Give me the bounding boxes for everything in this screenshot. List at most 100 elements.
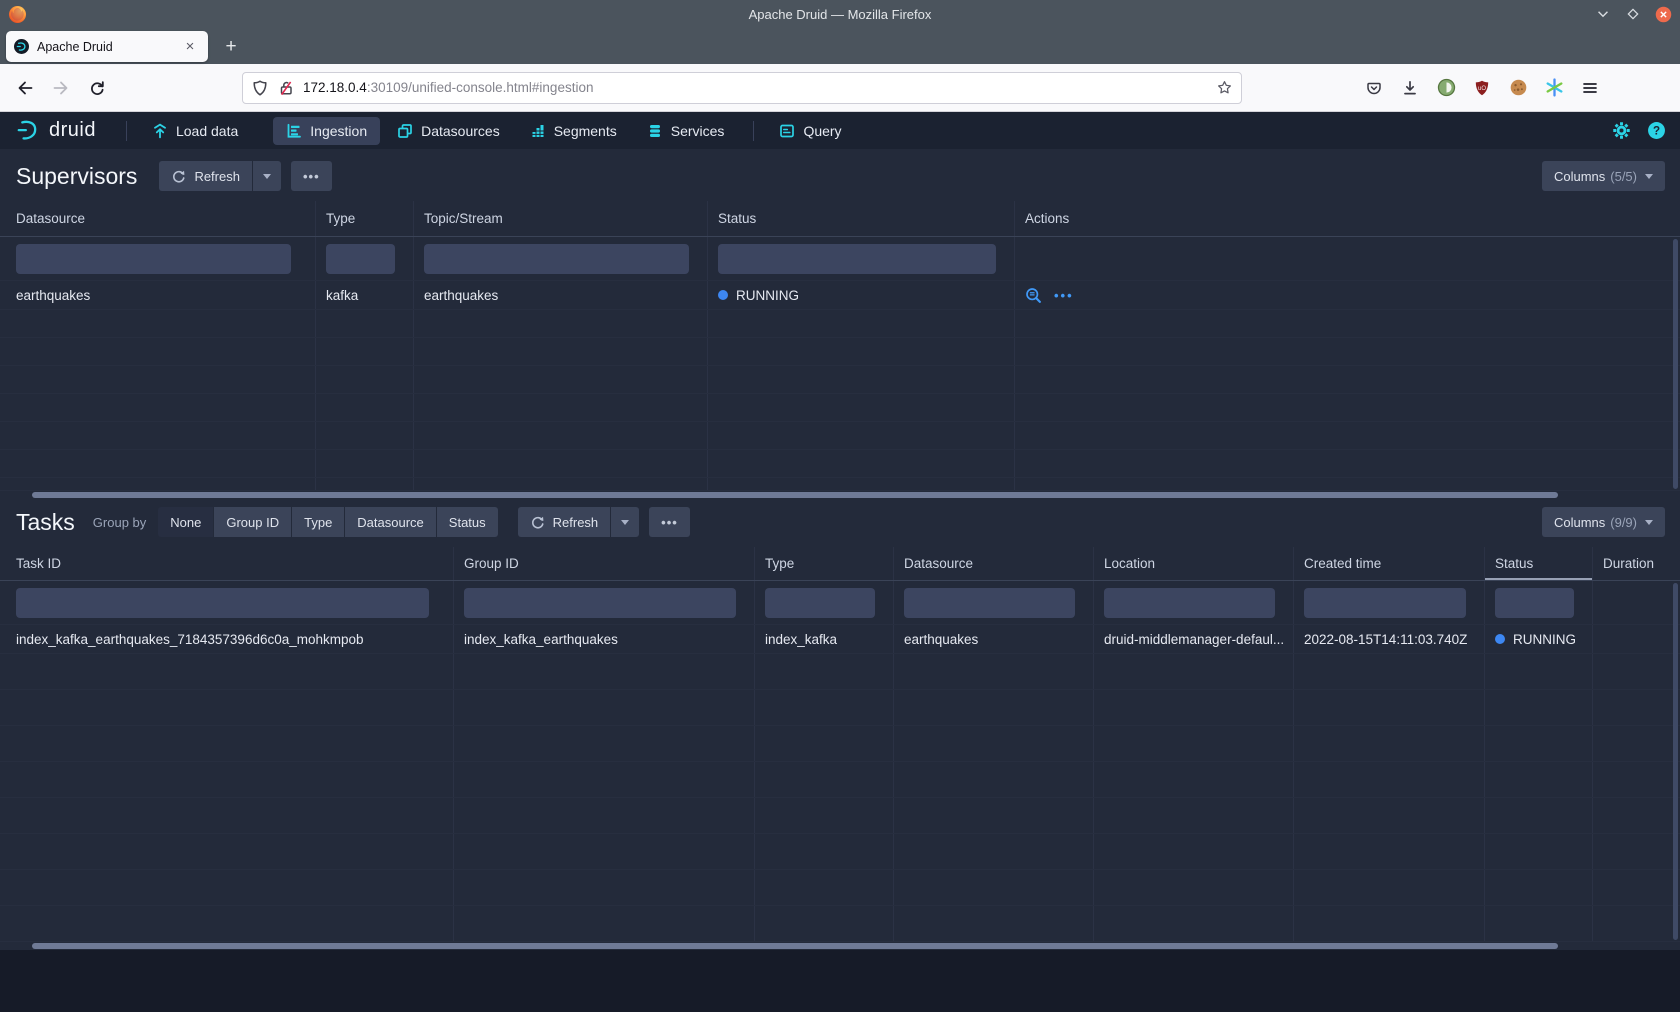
extension-green-icon[interactable] bbox=[1432, 74, 1460, 102]
supervisors-table-header: Datasource Type Topic/Stream Status Acti… bbox=[0, 201, 1680, 237]
filter-input-created-time[interactable] bbox=[1304, 588, 1466, 618]
settings-gear-icon[interactable] bbox=[1612, 121, 1631, 140]
supervisors-vertical-scrollbar[interactable] bbox=[1673, 239, 1678, 489]
col-header-datasource[interactable]: Datasource bbox=[0, 201, 316, 236]
forward-icon[interactable] bbox=[46, 73, 76, 103]
filter-input-task-id[interactable] bbox=[16, 588, 429, 618]
nav-item-ingestion[interactable]: Ingestion bbox=[273, 117, 380, 145]
tracking-protection-shield-icon[interactable] bbox=[251, 79, 269, 97]
status-dot-icon bbox=[718, 290, 728, 300]
col-header-topic-stream[interactable]: Topic/Stream bbox=[414, 201, 708, 236]
col-header-status[interactable]: Status bbox=[708, 201, 1015, 236]
page-bottom-fill bbox=[0, 950, 1680, 1012]
insecure-lock-icon[interactable] bbox=[277, 79, 295, 97]
supervisors-refresh-caret-button[interactable] bbox=[253, 161, 281, 191]
group-by-label: Group by bbox=[93, 515, 146, 530]
datasources-icon bbox=[397, 123, 413, 139]
new-tab-button[interactable]: + bbox=[216, 32, 246, 62]
col-header-group-id[interactable]: Group ID bbox=[454, 547, 755, 580]
asterisk-extension-icon[interactable] bbox=[1540, 74, 1568, 102]
empty-row bbox=[0, 422, 1680, 450]
filter-input-status[interactable] bbox=[1495, 588, 1574, 618]
empty-row bbox=[0, 366, 1680, 394]
supervisors-refresh-button[interactable]: Refresh bbox=[159, 161, 252, 191]
url-text[interactable]: 172.18.0.4:30109/unified-console.html#in… bbox=[303, 80, 1216, 95]
minimize-icon[interactable] bbox=[1595, 6, 1611, 22]
group-by-button-group: None Group ID Type Datasource Status bbox=[158, 507, 497, 537]
tasks-columns-button[interactable]: Columns (9/9) bbox=[1542, 507, 1665, 537]
filter-input-group-id[interactable] bbox=[464, 588, 736, 618]
col-header-type[interactable]: Type bbox=[755, 547, 894, 580]
supervisor-actions: ••• bbox=[1015, 281, 1680, 309]
status-dot-icon bbox=[1495, 634, 1505, 644]
ingestion-icon bbox=[286, 123, 302, 139]
col-header-status-sorted[interactable]: Status bbox=[1485, 547, 1593, 580]
col-header-duration[interactable]: Duration bbox=[1593, 547, 1680, 580]
nav-item-services[interactable]: Services bbox=[634, 117, 738, 145]
filter-input-datasource[interactable] bbox=[904, 588, 1075, 618]
supervisors-columns-button[interactable]: Columns (5/5) bbox=[1542, 161, 1665, 191]
nav-item-datasources[interactable]: Datasources bbox=[384, 117, 513, 145]
tasks-horizontal-scrollbar[interactable] bbox=[0, 942, 1680, 950]
supervisor-type: kafka bbox=[316, 281, 414, 309]
filter-input-type[interactable] bbox=[765, 588, 875, 618]
filter-input-datasource[interactable] bbox=[16, 244, 291, 274]
group-by-none-button[interactable]: None bbox=[158, 507, 213, 537]
tasks-vertical-scrollbar[interactable] bbox=[1673, 583, 1678, 940]
tasks-refresh-caret-button[interactable] bbox=[611, 507, 639, 537]
filter-input-location[interactable] bbox=[1104, 588, 1275, 618]
empty-row bbox=[0, 450, 1680, 478]
url-bar[interactable]: 172.18.0.4:30109/unified-console.html#in… bbox=[242, 72, 1242, 104]
svg-text:uO: uO bbox=[1478, 86, 1486, 92]
supervisors-table: Datasource Type Topic/Stream Status Acti… bbox=[0, 201, 1680, 499]
group-by-status-button[interactable]: Status bbox=[437, 507, 498, 537]
col-header-datasource[interactable]: Datasource bbox=[894, 547, 1094, 580]
close-window-icon[interactable] bbox=[1655, 6, 1672, 23]
task-row[interactable]: index_kafka_earthquakes_7184357396d6c0a_… bbox=[0, 625, 1680, 654]
group-by-type-button[interactable]: Type bbox=[292, 507, 344, 537]
bookmark-star-icon[interactable] bbox=[1216, 79, 1233, 96]
supervisor-more-actions-icon[interactable]: ••• bbox=[1054, 288, 1074, 303]
tasks-title: Tasks bbox=[16, 509, 75, 536]
status-text: RUNNING bbox=[736, 288, 799, 303]
nav-item-segments[interactable]: Segments bbox=[517, 117, 630, 145]
group-by-group-id-button[interactable]: Group ID bbox=[214, 507, 291, 537]
col-header-type[interactable]: Type bbox=[316, 201, 414, 236]
tasks-more-button[interactable]: ••• bbox=[649, 507, 690, 537]
caret-down-icon bbox=[1645, 174, 1653, 179]
filter-input-status[interactable] bbox=[718, 244, 996, 274]
task-location: druid-middlemanager-defaul... bbox=[1094, 625, 1294, 653]
tab-close-icon[interactable]: × bbox=[180, 37, 200, 57]
col-header-task-id[interactable]: Task ID bbox=[0, 547, 454, 580]
task-status: RUNNING bbox=[1485, 625, 1593, 653]
back-icon[interactable] bbox=[10, 73, 40, 103]
druid-navbar: druid Load data Ingestion Datasou bbox=[0, 112, 1680, 149]
group-by-datasource-button[interactable]: Datasource bbox=[345, 507, 435, 537]
cookie-extension-icon[interactable] bbox=[1504, 74, 1532, 102]
pocket-icon[interactable] bbox=[1360, 74, 1388, 102]
refresh-icon bbox=[530, 515, 545, 530]
supervisors-horizontal-scrollbar[interactable] bbox=[0, 491, 1680, 499]
supervisors-more-button[interactable]: ••• bbox=[291, 161, 332, 191]
druid-brand[interactable]: druid bbox=[14, 117, 96, 144]
nav-item-load-data[interactable]: Load data bbox=[139, 117, 251, 145]
empty-row bbox=[0, 654, 1680, 690]
menu-hamburger-icon[interactable] bbox=[1576, 74, 1604, 102]
downloads-icon[interactable] bbox=[1396, 74, 1424, 102]
tasks-refresh-button[interactable]: Refresh bbox=[518, 507, 611, 537]
browser-tab[interactable]: Apache Druid × bbox=[6, 31, 208, 62]
col-header-location[interactable]: Location bbox=[1094, 547, 1294, 580]
maximize-icon[interactable] bbox=[1625, 6, 1641, 22]
nav-item-query[interactable]: Query bbox=[766, 117, 854, 145]
supervisors-title: Supervisors bbox=[16, 163, 137, 190]
filter-input-topic-stream[interactable] bbox=[424, 244, 689, 274]
empty-row bbox=[0, 870, 1680, 906]
filter-input-type[interactable] bbox=[326, 244, 395, 274]
ublock-shield-icon[interactable]: uO bbox=[1468, 74, 1496, 102]
help-icon[interactable]: ? bbox=[1647, 121, 1666, 140]
refresh-label: Refresh bbox=[553, 515, 599, 530]
reload-icon[interactable] bbox=[82, 73, 112, 103]
col-header-created-time[interactable]: Created time bbox=[1294, 547, 1485, 580]
supervisor-row[interactable]: earthquakes kafka earthquakes RUNNING ••… bbox=[0, 281, 1680, 310]
view-details-magnifier-icon[interactable] bbox=[1025, 287, 1042, 304]
